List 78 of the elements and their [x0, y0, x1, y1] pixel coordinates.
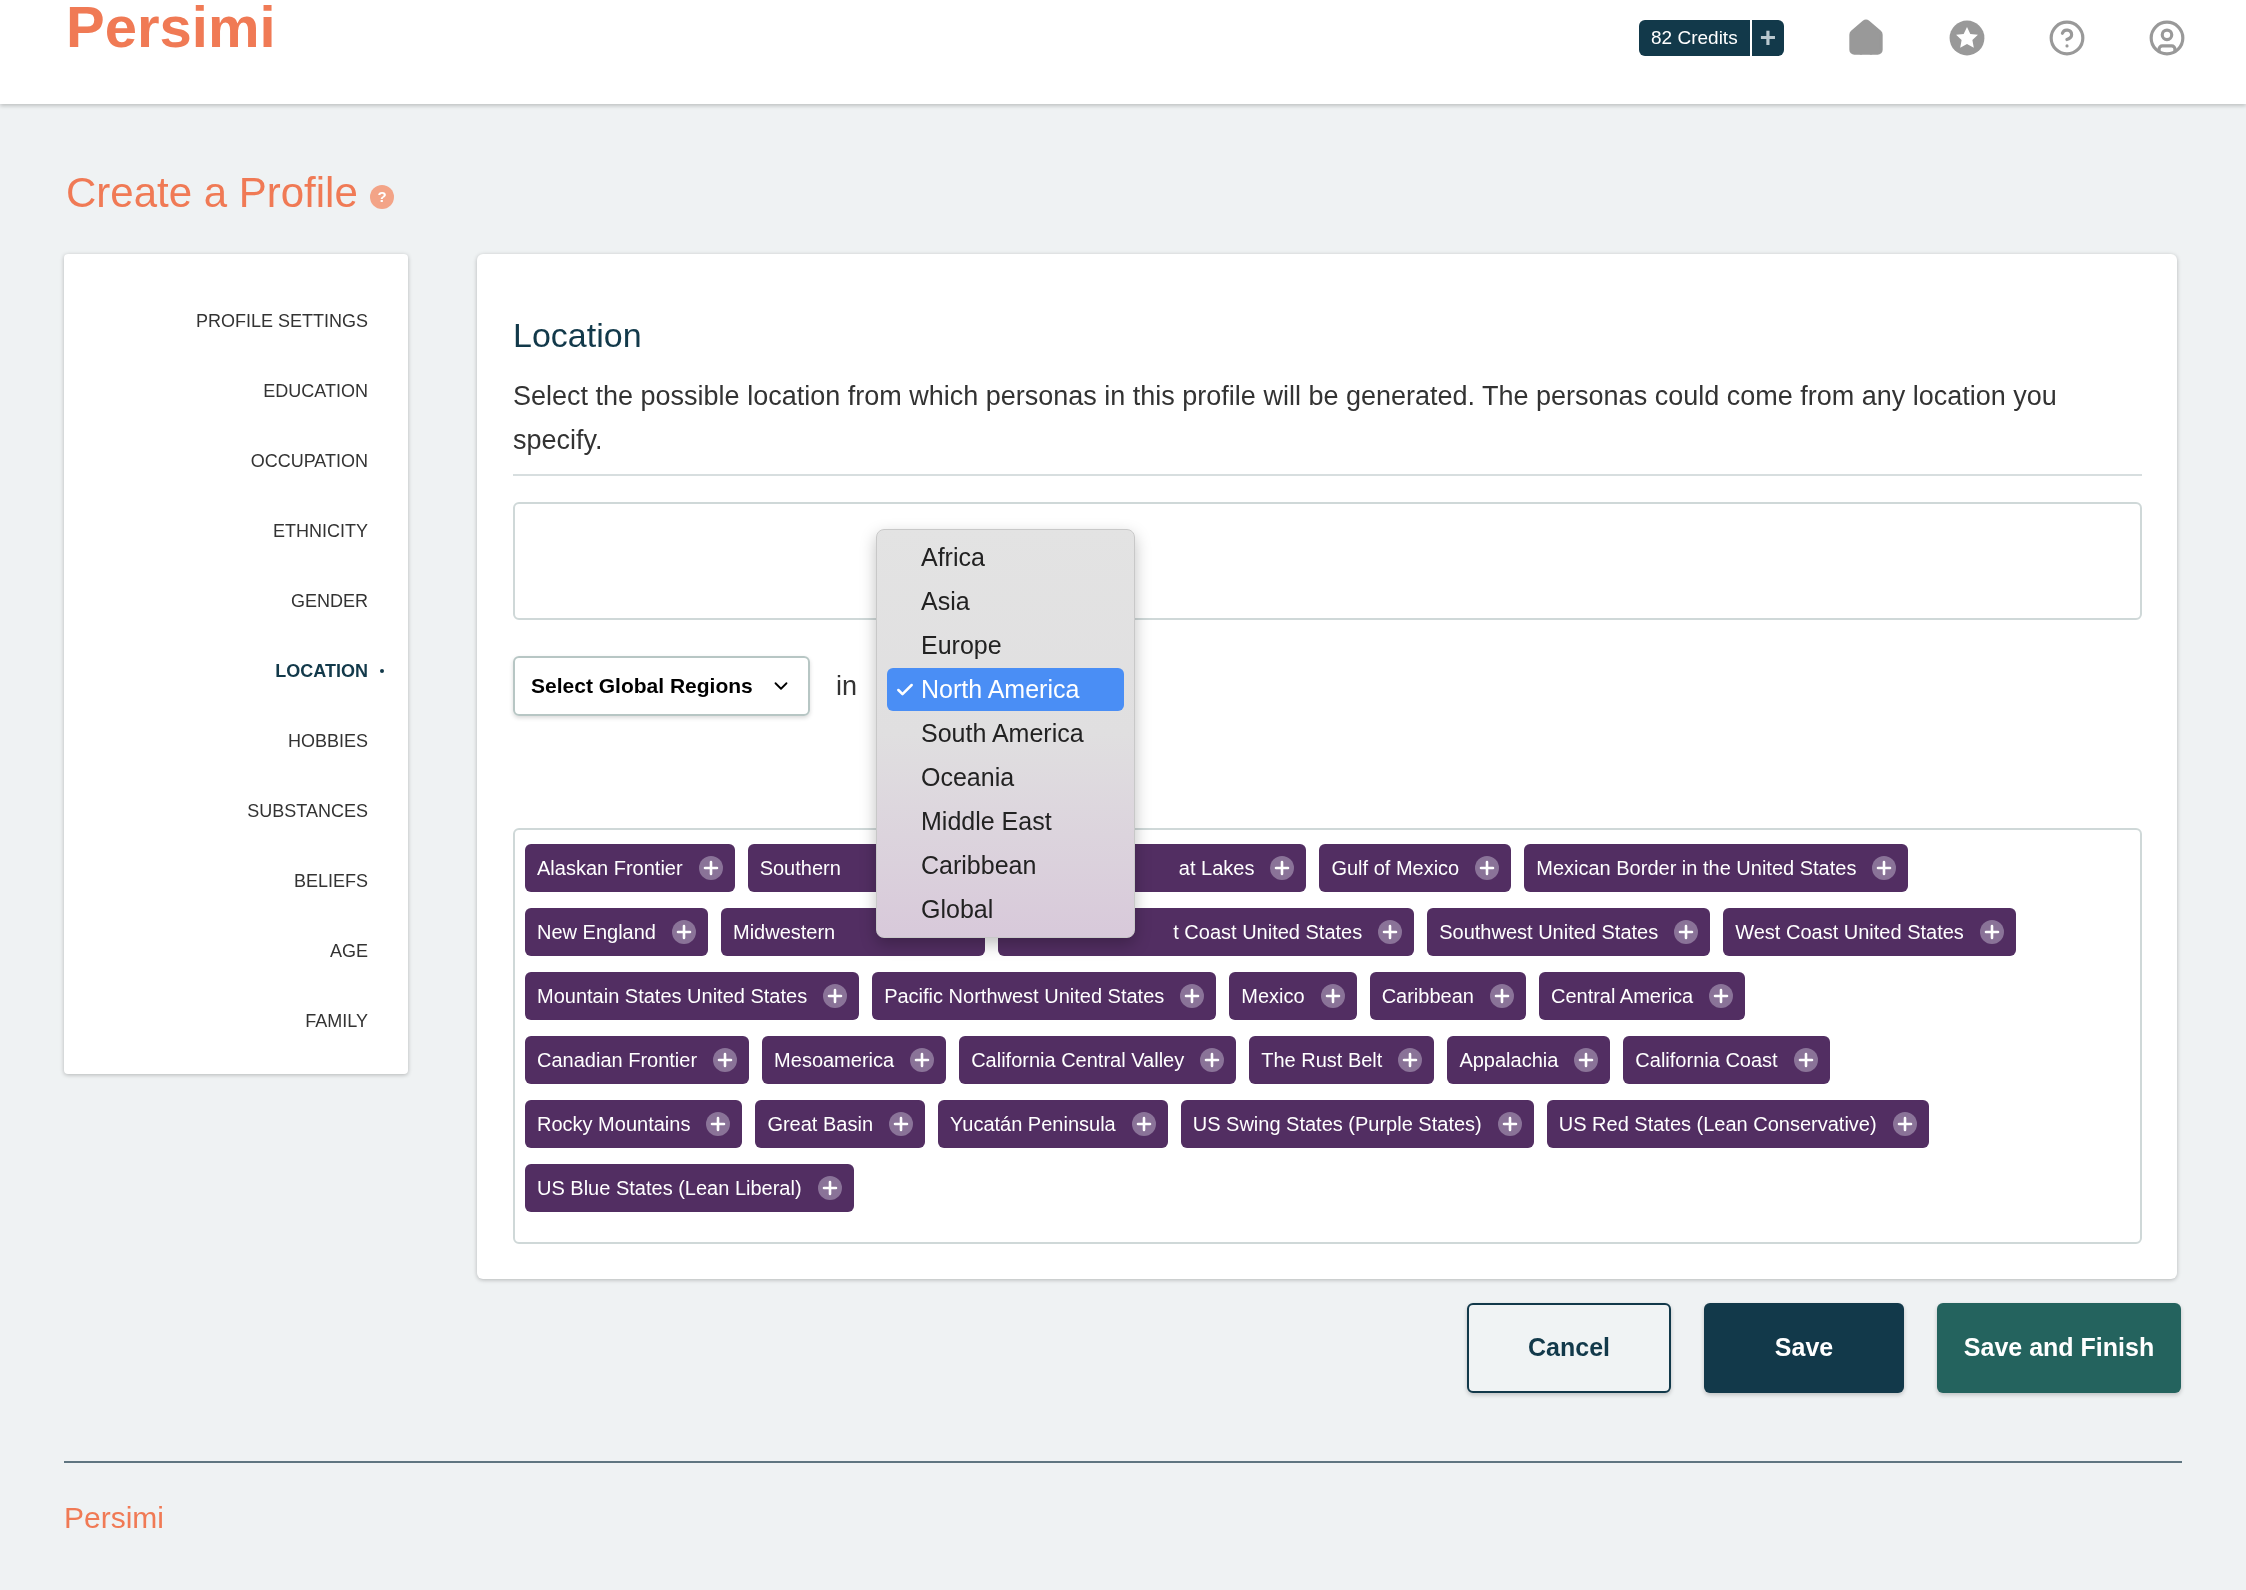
region-select[interactable]: Select Global Regions: [513, 656, 810, 716]
region-tag[interactable]: Gulf of Mexico: [1319, 844, 1512, 892]
help-icon[interactable]: [2048, 19, 2086, 57]
plus-icon[interactable]: [698, 856, 723, 880]
region-tag[interactable]: US Blue States (Lean Liberal): [525, 1164, 854, 1212]
plus-icon[interactable]: [889, 1112, 913, 1136]
sidebar-item[interactable]: LOCATION: [275, 657, 368, 685]
region-tag[interactable]: Yucatán Peninsula: [938, 1100, 1168, 1148]
sidebar-item[interactable]: OCCUPATION: [250, 447, 368, 475]
sidebar-item[interactable]: BELIEFS: [293, 867, 368, 895]
region-tag[interactable]: Central America: [1538, 972, 1746, 1020]
plus-icon[interactable]: [1872, 856, 1897, 880]
plus-icon[interactable]: [1574, 1048, 1599, 1072]
dropdown-option[interactable]: South America: [887, 712, 1124, 755]
sidebar-item[interactable]: PROFILE SETTINGS: [195, 307, 368, 335]
plus-icon[interactable]: [1497, 1112, 1522, 1136]
section-title: Location: [513, 318, 643, 352]
plus-icon[interactable]: [817, 1176, 842, 1200]
plus-icon[interactable]: [1793, 1048, 1818, 1072]
dropdown-option[interactable]: Oceania: [887, 756, 1124, 799]
sidebar-item[interactable]: EDUCATION: [263, 377, 368, 405]
account-icon[interactable]: [2148, 19, 2186, 57]
sidebar-item[interactable]: FAMILY: [305, 1007, 368, 1035]
region-tag[interactable]: California Coast: [1623, 1036, 1830, 1084]
dropdown-option[interactable]: Middle East: [887, 800, 1124, 843]
home-icon[interactable]: [1846, 18, 1886, 58]
sidebar-item[interactable]: HOBBIES: [287, 727, 368, 755]
plus-icon[interactable]: [823, 984, 848, 1008]
plus-icon[interactable]: [713, 1048, 738, 1072]
save-button[interactable]: Save: [1704, 1303, 1904, 1393]
credits-badge: 82 Credits: [1639, 20, 1750, 56]
region-tag[interactable]: Caribbean: [1369, 972, 1526, 1020]
region-tag[interactable]: Mexican Border in the United States: [1524, 844, 1909, 892]
sidebar-item[interactable]: GENDER: [291, 587, 368, 615]
plus-icon[interactable]: [1892, 1112, 1917, 1136]
plus-icon[interactable]: [1979, 920, 2004, 944]
plus-icon[interactable]: [1180, 984, 1205, 1008]
connector-label: in: [836, 669, 857, 703]
plus-icon[interactable]: [1709, 984, 1734, 1008]
region-tag[interactable]: Mesoamerica: [762, 1036, 947, 1084]
dropdown-option[interactable]: Africa: [887, 536, 1124, 579]
region-tag[interactable]: Mountain States United States: [525, 972, 860, 1020]
dropdown-option[interactable]: Asia: [887, 580, 1124, 623]
save-and-finish-button[interactable]: Save and Finish: [1937, 1303, 2181, 1393]
region-tag[interactable]: US Swing States (Purple States): [1180, 1100, 1534, 1148]
region-tag[interactable]: Great Basin: [755, 1100, 925, 1148]
plus-icon[interactable]: [706, 1112, 731, 1136]
region-tag[interactable]: Southwest United States: [1427, 908, 1711, 956]
region-tag[interactable]: Appalachia: [1447, 1036, 1611, 1084]
plus-icon[interactable]: [1200, 1048, 1225, 1072]
plus-icon[interactable]: [1270, 856, 1295, 880]
dropdown-option[interactable]: Europe: [887, 624, 1124, 667]
plus-icon[interactable]: [671, 920, 696, 944]
plus-icon[interactable]: [1489, 984, 1514, 1008]
plus-icon[interactable]: [1475, 856, 1500, 880]
region-tag[interactable]: California Central Valley: [959, 1036, 1237, 1084]
region-tag[interactable]: Rocky Mountains: [525, 1100, 743, 1148]
region-tag[interactable]: Mexico: [1229, 972, 1357, 1020]
region-tag[interactable]: New England: [525, 908, 708, 956]
sidebar-item[interactable]: ETHNICITY: [273, 517, 368, 545]
add-credits-button[interactable]: +: [1749, 20, 1784, 56]
region-tag[interactable]: Canadian Frontier: [525, 1036, 750, 1084]
region-tag[interactable]: Pacific Northwest United States: [872, 972, 1217, 1020]
plus-icon[interactable]: [1320, 984, 1345, 1008]
page-title: Create a Profile: [66, 172, 358, 214]
sidebar-item[interactable]: SUBSTANCES: [247, 797, 368, 825]
plus-icon[interactable]: [910, 1048, 935, 1072]
plus-icon[interactable]: [1378, 920, 1403, 944]
sidebar-item[interactable]: AGE: [330, 937, 368, 965]
plus-icon[interactable]: [1398, 1048, 1423, 1072]
plus-icon[interactable]: [1131, 1112, 1156, 1136]
region-tag[interactable]: The Rust Belt: [1249, 1036, 1435, 1084]
region-tag[interactable]: US Red States (Lean Conservative): [1546, 1100, 1929, 1148]
region-tag[interactable]: Alaskan Frontier: [525, 844, 735, 892]
section-description: Select the possible location from which personas in this profile will be generated. The personas could come from any location you specify.: [513, 374, 2142, 476]
cancel-button[interactable]: Cancel: [1467, 1303, 1671, 1393]
plus-icon[interactable]: [1674, 920, 1699, 944]
region-tag[interactable]: West Coast United States: [1723, 908, 2016, 956]
